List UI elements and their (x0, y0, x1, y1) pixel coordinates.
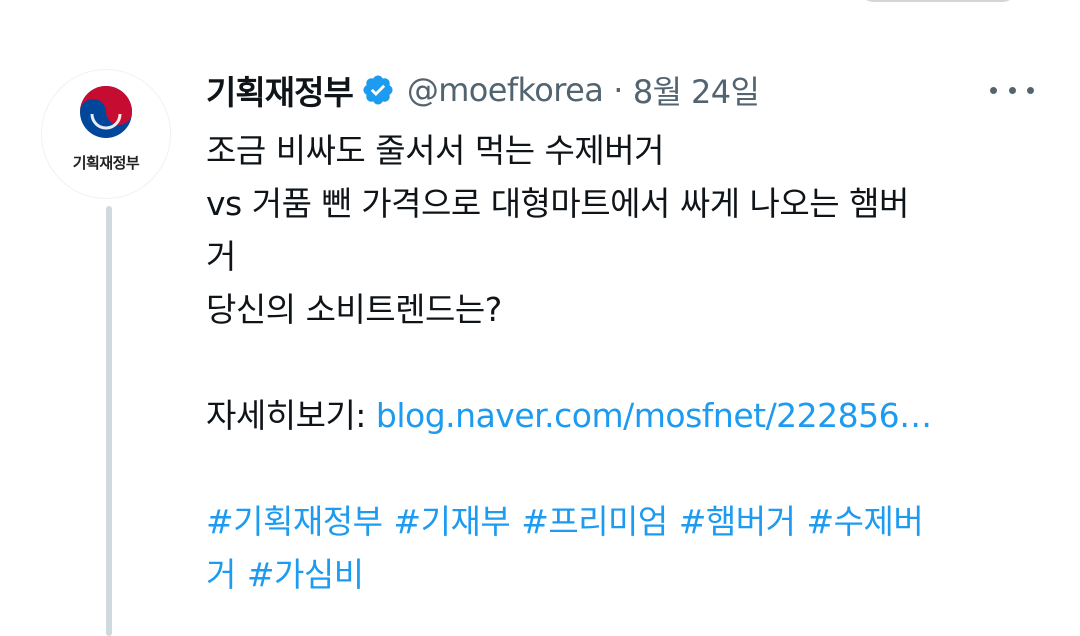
tweet-text-line: 조금 비싸도 줄서서 먹는 수제버거 (206, 131, 665, 170)
separator-dot: · (613, 71, 623, 109)
hashtag-link[interactable]: 거 (206, 555, 236, 594)
hashtag-link[interactable]: #기재부 (393, 502, 510, 541)
verified-badge-icon (363, 75, 393, 105)
more-options-icon[interactable] (990, 80, 1034, 100)
avatar-column: 기획재정부 (42, 70, 182, 198)
hashtag-link[interactable]: #햄버거 (679, 502, 796, 541)
tweet-text-line: vs 거품 뺀 가격으로 대형마트에서 싸게 나오는 햄버 (206, 184, 909, 223)
blog-link[interactable]: blog.naver.com/mosfnet/222856… (376, 396, 932, 435)
more-link-prefix: 자세히보기: (206, 396, 376, 435)
thread-line (106, 206, 112, 636)
tweet-body: 조금 비싸도 줄서서 먹는 수제버거 vs 거품 뺀 가격으로 대형마트에서 싸… (206, 124, 1026, 601)
more-dot (1027, 86, 1034, 94)
more-link-line: 자세히보기: blog.naver.com/mosfnet/222856… (206, 389, 1026, 442)
more-dot (990, 86, 997, 94)
author-handle[interactable]: @moefkorea (407, 71, 604, 109)
hashtag-link[interactable]: #기획재정부 (206, 502, 383, 541)
tweet-text-line: 당신의 소비트렌드는? (206, 290, 502, 329)
avatar[interactable]: 기획재정부 (42, 70, 170, 198)
tweet-header: 기획재정부 @moefkorea · 8월 24일 (206, 66, 760, 114)
hashtag-link[interactable]: #가심비 (247, 555, 364, 594)
hashtag-link[interactable]: #수제버 (807, 502, 924, 541)
hashtag-link[interactable]: #프리미엄 (521, 502, 668, 541)
avatar-label: 기획재정부 (72, 154, 140, 172)
taegeuk-logo-icon (80, 86, 132, 138)
hashtag-line: 거 #가심비 (206, 548, 1026, 601)
tweet-date[interactable]: 8월 24일 (633, 67, 760, 113)
more-dot (1008, 86, 1016, 94)
tweet-text-line: 거 (206, 237, 236, 276)
tweet[interactable]: 기획재정부 기획재정부 @moefkorea · 8월 24일 조금 비싸도 줄… (0, 0, 1080, 636)
author-display-name[interactable]: 기획재정부 (206, 66, 354, 114)
hashtag-line: #기획재정부 #기재부 #프리미엄 #햄버거 #수제버 (206, 495, 1026, 548)
